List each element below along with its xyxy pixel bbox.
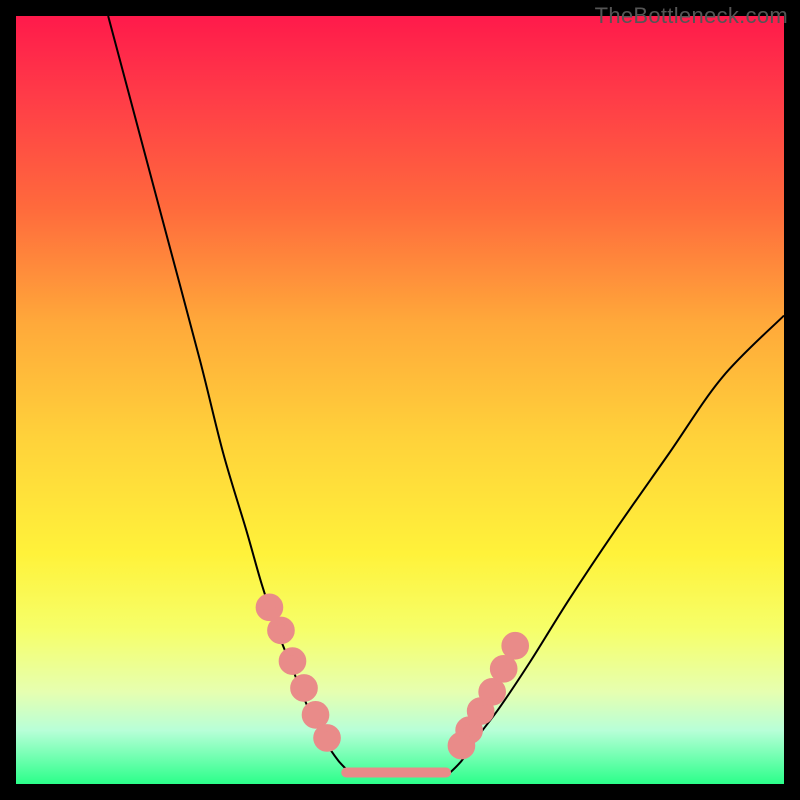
data-marker [259, 597, 279, 617]
data-marker [294, 678, 314, 698]
data-marker [271, 620, 291, 640]
data-marker [282, 651, 302, 671]
chart-svg [16, 16, 784, 784]
data-marker [306, 705, 326, 725]
data-marker [494, 659, 514, 679]
data-marker [317, 728, 337, 748]
curve-right [446, 316, 784, 777]
markers-right [451, 636, 525, 756]
data-marker [482, 682, 502, 702]
data-marker [505, 636, 525, 656]
markers-left [259, 597, 337, 748]
curve-left [108, 16, 354, 776]
chart-stage: TheBottleneck.com [0, 0, 800, 800]
plot-area [16, 16, 784, 784]
